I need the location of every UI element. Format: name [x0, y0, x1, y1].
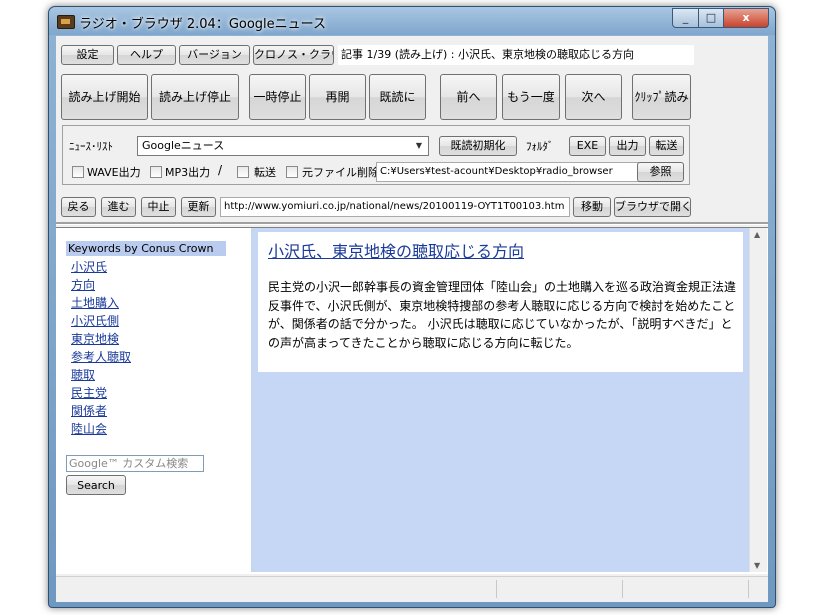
options-group: ﾆｭｰｽ･ﾘｽﾄ Googleニュース ▼ 既読初期化 ﾌｫﾙﾀﾞ EXE 出力…	[62, 125, 690, 185]
keyword-link[interactable]: 陸山会	[71, 420, 131, 438]
caption-buttons: _ □ x	[672, 8, 769, 28]
wave-output-label: WAVE出力	[87, 166, 141, 179]
wave-output-checkbox[interactable]	[72, 166, 84, 178]
stop-reading-button[interactable]: 読み上げ停止	[151, 74, 239, 120]
radio-icon	[57, 15, 75, 29]
transfer-checkbox[interactable]	[237, 166, 249, 178]
minimize-button[interactable]: _	[672, 8, 699, 28]
clip-read-button[interactable]: ｸﾘｯﾌﾟ読み	[632, 74, 691, 120]
stop-button[interactable]: 中止	[141, 197, 176, 217]
keyword-link[interactable]: 小沢氏側	[71, 312, 131, 330]
delete-original-label: 元ファイル削除	[302, 166, 379, 179]
prev-button[interactable]: 前へ	[440, 74, 497, 120]
keyword-link[interactable]: 土地購入	[71, 294, 131, 312]
article-pane: 小沢氏、東京地検の聴取応じる方向 民主党の小沢一郎幹事長の資金管理団体「陸山会」…	[254, 228, 749, 572]
mp3-output-checkbox[interactable]	[150, 166, 162, 178]
status-panel	[56, 580, 497, 598]
output-button[interactable]: 出力	[609, 136, 646, 156]
exe-button[interactable]: EXE	[569, 136, 606, 156]
keyword-list: 小沢氏 方向 土地購入 小沢氏側 東京地検 参考人聴取 聴取 民主党 関係者 陸…	[71, 258, 131, 438]
app-window: ラジオ・ブラウザ 2.04：Googleニュース _ □ x 設定 ヘルプ バー…	[48, 6, 776, 608]
article-body: 民主党の小沢一郎幹事長の資金管理団体「陸山会」の土地購入を巡る政治資金規正法違反…	[268, 280, 737, 350]
keyword-link[interactable]: 小沢氏	[71, 258, 131, 276]
window-title: ラジオ・ブラウザ 2.04：Googleニュース	[79, 17, 327, 32]
title-bar[interactable]: ラジオ・ブラウザ 2.04：Googleニュース _ □ x	[49, 7, 775, 35]
keyword-link[interactable]: 方向	[71, 276, 131, 294]
close-button[interactable]: x	[724, 8, 769, 28]
pause-button[interactable]: 一時停止	[249, 74, 306, 120]
status-panel	[624, 580, 749, 598]
browse-button[interactable]: 参照	[637, 162, 684, 182]
refresh-button[interactable]: 更新	[181, 197, 216, 217]
help-button[interactable]: ヘルプ	[117, 45, 176, 65]
folder-label: ﾌｫﾙﾀﾞ	[526, 140, 554, 153]
divider	[56, 222, 768, 225]
settings-button[interactable]: 設定	[61, 45, 114, 65]
go-button[interactable]: 移動	[573, 197, 611, 217]
delete-original-checkbox[interactable]	[286, 166, 298, 178]
custom-search-input[interactable]: Google™ カスタム検索	[66, 455, 204, 472]
chronos-crown-button[interactable]: クロノス・クラウン	[253, 45, 334, 65]
article-title[interactable]: 小沢氏、東京地検の聴取応じる方向	[268, 238, 524, 262]
keyword-link[interactable]: 民主党	[71, 384, 131, 402]
mp3-output-label: MP3出力	[165, 166, 211, 179]
keyword-link[interactable]: 聴取	[71, 366, 131, 384]
slash-separator: /	[218, 163, 223, 177]
version-button[interactable]: バージョン	[179, 45, 250, 65]
article-card: 小沢氏、東京地検の聴取応じる方向 民主党の小沢一郎幹事長の資金管理団体「陸山会」…	[258, 232, 743, 372]
reset-read-button[interactable]: 既読初期化	[439, 136, 517, 156]
status-bar	[56, 576, 768, 601]
open-in-browser-button[interactable]: ブラウザで開く	[614, 197, 691, 217]
news-list-select[interactable]: Googleニュース ▼	[137, 136, 429, 156]
chevron-down-icon: ▼	[415, 141, 423, 150]
scroll-down-icon[interactable]: ▼	[754, 561, 760, 570]
transfer-button[interactable]: 転送	[649, 136, 684, 156]
again-button[interactable]: もう一度	[502, 74, 560, 120]
article-status: 記事 1/39 (読み上げ) : 小沢氏、東京地検の聴取応じる方向	[338, 45, 694, 65]
news-list-value: Googleニュース	[142, 139, 225, 152]
status-panel	[498, 580, 623, 598]
browser-view: Keywords by Conus Crown 小沢氏 方向 土地購入 小沢氏側…	[56, 227, 768, 574]
keyword-sidebar: Keywords by Conus Crown 小沢氏 方向 土地購入 小沢氏側…	[56, 228, 254, 572]
keyword-link[interactable]: 東京地検	[71, 330, 131, 348]
forward-button[interactable]: 進む	[101, 197, 136, 217]
mark-read-button[interactable]: 既読に	[369, 74, 426, 120]
folder-path-field[interactable]: C:¥Users¥test-acount¥Desktop¥radio_brows…	[376, 162, 639, 182]
news-list-label: ﾆｭｰｽ･ﾘｽﾄ	[69, 140, 113, 153]
search-button[interactable]: Search	[66, 475, 126, 495]
scroll-up-icon[interactable]: ▲	[754, 230, 760, 239]
back-button[interactable]: 戻る	[61, 197, 96, 217]
keywords-heading: Keywords by Conus Crown	[66, 241, 226, 256]
maximize-button[interactable]: □	[699, 8, 724, 28]
client-area: 設定 ヘルプ バージョン クロノス・クラウン 記事 1/39 (読み上げ) : …	[56, 36, 768, 602]
keyword-link[interactable]: 参考人聴取	[71, 348, 131, 366]
url-field[interactable]: http://www.yomiuri.co.jp/national/news/2…	[220, 197, 570, 217]
start-reading-button[interactable]: 読み上げ開始	[61, 74, 148, 120]
transfer-checkbox-label: 転送	[254, 166, 276, 179]
keyword-link[interactable]: 関係者	[71, 402, 131, 420]
resume-button[interactable]: 再開	[309, 74, 366, 120]
vertical-scrollbar[interactable]: ▲ ▼	[749, 228, 767, 572]
next-button[interactable]: 次へ	[565, 74, 622, 120]
